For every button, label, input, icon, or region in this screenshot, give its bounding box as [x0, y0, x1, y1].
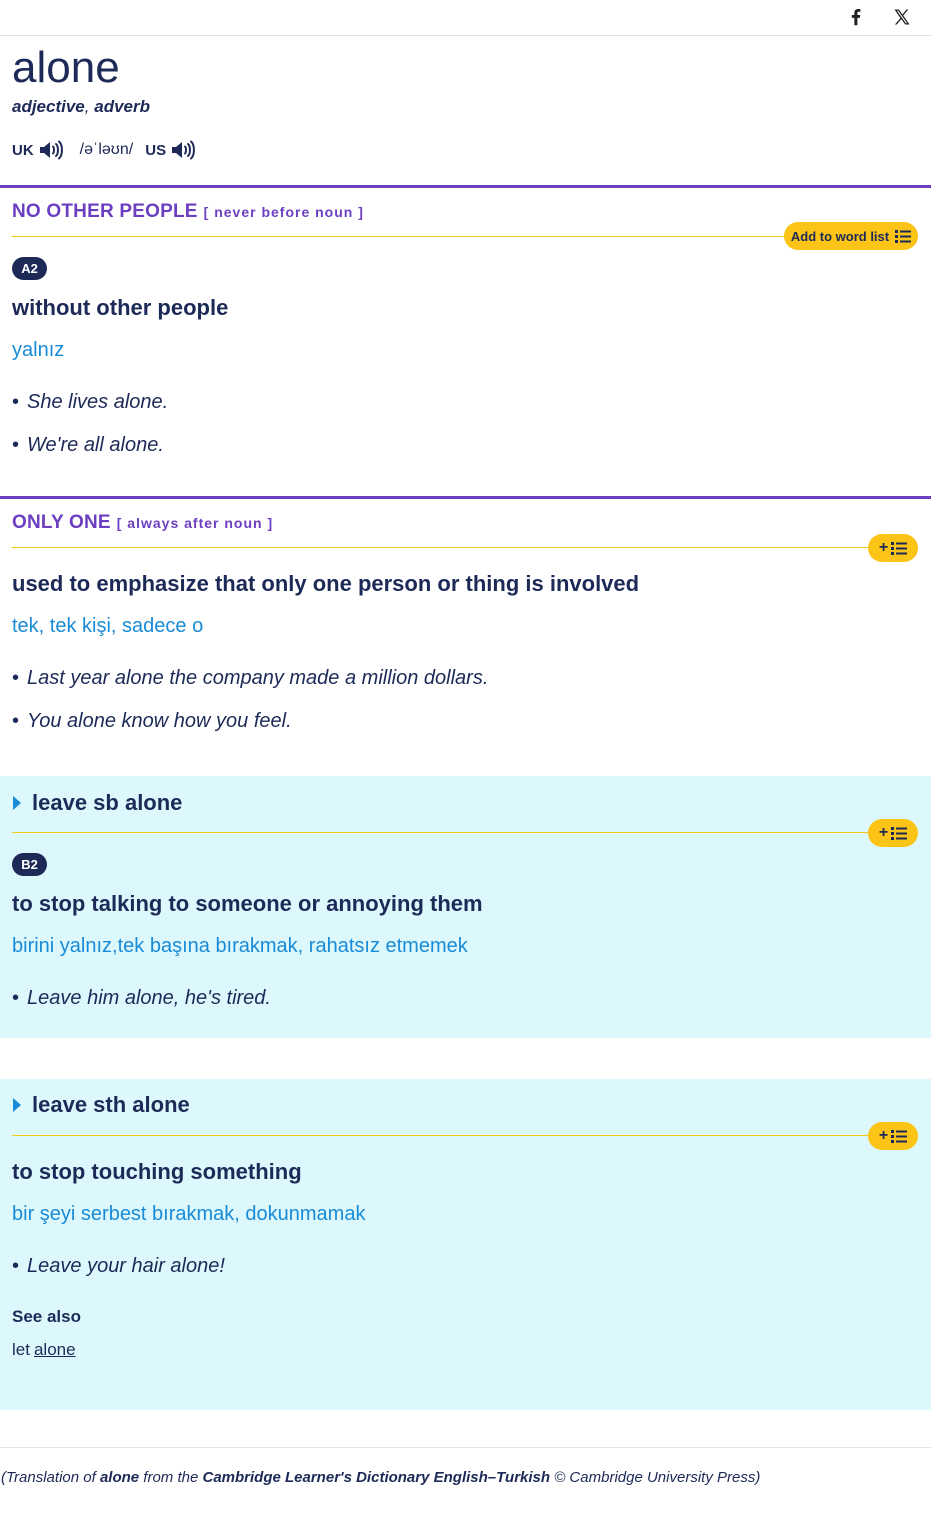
definition: without other people: [12, 295, 229, 320]
uk-label: UK: [12, 141, 34, 159]
add-to-word-list-label: Add to word list: [790, 228, 890, 244]
pronunciation-row: UK /əˈləʊn/ US: [12, 138, 196, 162]
us-speaker-icon[interactable]: [170, 139, 196, 161]
sense-header: ONLY ONE [ always after noun ]: [12, 512, 273, 534]
see-also-heading: See also: [12, 1307, 81, 1326]
definition: used to emphasize that only one person o…: [12, 571, 640, 596]
list-icon: [891, 826, 908, 840]
credit-word: alone: [99, 1469, 140, 1486]
pos-adverb: adverb: [94, 97, 150, 116]
grammar-code: [ always after noun ]: [116, 515, 274, 531]
sense-rule: [12, 236, 802, 237]
sense-rule: [12, 547, 882, 548]
headword: alone: [12, 43, 120, 92]
add-to-word-list-button[interactable]: Add to word list: [784, 222, 918, 250]
example-sentence: • You alone know how you feel.: [12, 710, 292, 732]
list-icon: [891, 541, 908, 555]
example-sentence: • Leave your hair alone!: [12, 1255, 225, 1277]
example-sentence: • We're all alone.: [12, 434, 164, 456]
see-also-word[interactable]: alone: [34, 1340, 76, 1359]
triangle-right-icon: [13, 796, 21, 810]
facebook-icon[interactable]: [845, 6, 867, 28]
example-sentence: • Last year alone the company made a mill…: [12, 667, 489, 689]
idiom-rule: [12, 1135, 882, 1136]
cefr-level-badge: B2: [12, 853, 47, 876]
add-to-word-list-button[interactable]: +: [868, 534, 918, 562]
part-of-speech: adjective, adverb: [12, 97, 150, 117]
plus-icon: +: [878, 539, 889, 556]
us-label: US: [145, 141, 167, 159]
sense-guideword: NO OTHER PEOPLE: [12, 201, 198, 222]
credit-dictionary: Cambridge Learner's Dictionary English–T…: [202, 1469, 551, 1486]
translation: bir şeyi serbest bırakmak, dokunmamak: [12, 1203, 366, 1225]
sense-divider: [0, 496, 931, 499]
definition: to stop talking to someone or annoying t…: [12, 891, 483, 916]
idiom-header[interactable]: leave sb alone: [12, 789, 182, 817]
translation: yalnız: [12, 339, 65, 361]
sense-header: NO OTHER PEOPLE [ never before noun ]: [12, 201, 364, 223]
share-bar: [0, 0, 931, 36]
translation: birini yalnız,tek başına bırakmak, rahat…: [12, 935, 468, 957]
plus-icon: +: [878, 824, 889, 841]
see-also-prefix: let: [12, 1340, 30, 1359]
uk-speaker-icon[interactable]: [38, 139, 64, 161]
idiom-header[interactable]: leave sth alone: [12, 1091, 190, 1119]
add-to-word-list-button[interactable]: +: [868, 1122, 918, 1150]
grammar-code: [ never before noun ]: [203, 204, 364, 220]
pos-separator: ,: [84, 97, 90, 116]
add-to-word-list-button[interactable]: +: [868, 819, 918, 847]
idiom-panel: [0, 1079, 931, 1410]
translation: tek, tek kişi, sadece o: [12, 615, 204, 637]
idiom-phrase: leave sb alone: [32, 790, 183, 815]
example-sentence: • Leave him alone, he's tired.: [12, 987, 271, 1009]
see-also-link[interactable]: let alone: [12, 1340, 76, 1360]
pos-adjective: adjective: [12, 97, 85, 116]
translation-credit: (Translation of alone from the Cambridge…: [1, 1469, 761, 1486]
x-icon[interactable]: [892, 7, 912, 27]
idiom-phrase: leave sth alone: [32, 1092, 190, 1117]
idiom-rule: [12, 832, 882, 833]
sense-guideword: ONLY ONE: [12, 512, 111, 533]
footer-divider: [0, 1447, 931, 1448]
definition: to stop touching something: [12, 1159, 302, 1184]
plus-icon: +: [878, 1127, 889, 1144]
list-icon: [891, 1129, 908, 1143]
ipa-transcription: /əˈləʊn/: [79, 141, 134, 158]
sense-divider: [0, 185, 931, 188]
example-sentence: • She lives alone.: [12, 391, 169, 413]
list-icon: [895, 229, 912, 243]
triangle-right-icon: [13, 1098, 21, 1112]
cefr-level-badge: A2: [12, 257, 47, 280]
